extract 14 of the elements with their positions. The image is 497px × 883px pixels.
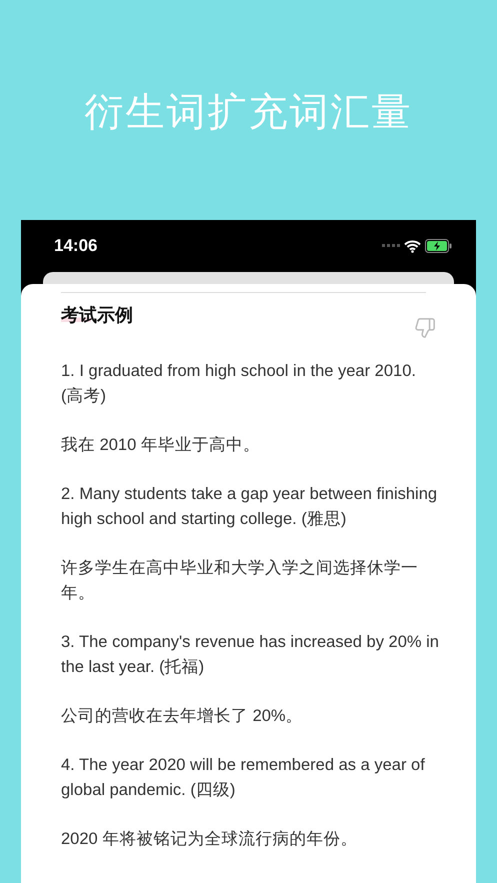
example-translation: 我在 2010 年毕业于高中。	[61, 435, 261, 456]
example-translation: 2020 年将被铭记为全球流行病的年份。	[61, 829, 358, 850]
headline: 衍生词扩充词汇量	[84, 89, 412, 137]
example-sentence: 2. Many students take a gap year between finishing high school and starting college. (雅思)	[61, 484, 438, 530]
example-sentence: 3. The company's revenue has increased by 20% in the last year. (托福)	[61, 632, 440, 678]
thumbs-down-icon[interactable]	[414, 317, 436, 339]
signal-icon	[382, 244, 400, 248]
example-sentence: 4. The year 2020 will be remembered as a year of global pandemic. (四级)	[61, 755, 426, 801]
section-title: 考试示例	[61, 303, 133, 327]
example-translation: 公司的营收在去年增长了 20%。	[61, 706, 304, 727]
example-sentence: 1. I graduated from high school in the year 2010. (高考)	[61, 361, 417, 407]
status-time: 14:06	[54, 236, 98, 256]
wifi-icon	[404, 240, 421, 252]
example-translation: 许多学生在高中毕业和大学入学之间选择休学一年。	[61, 558, 419, 604]
